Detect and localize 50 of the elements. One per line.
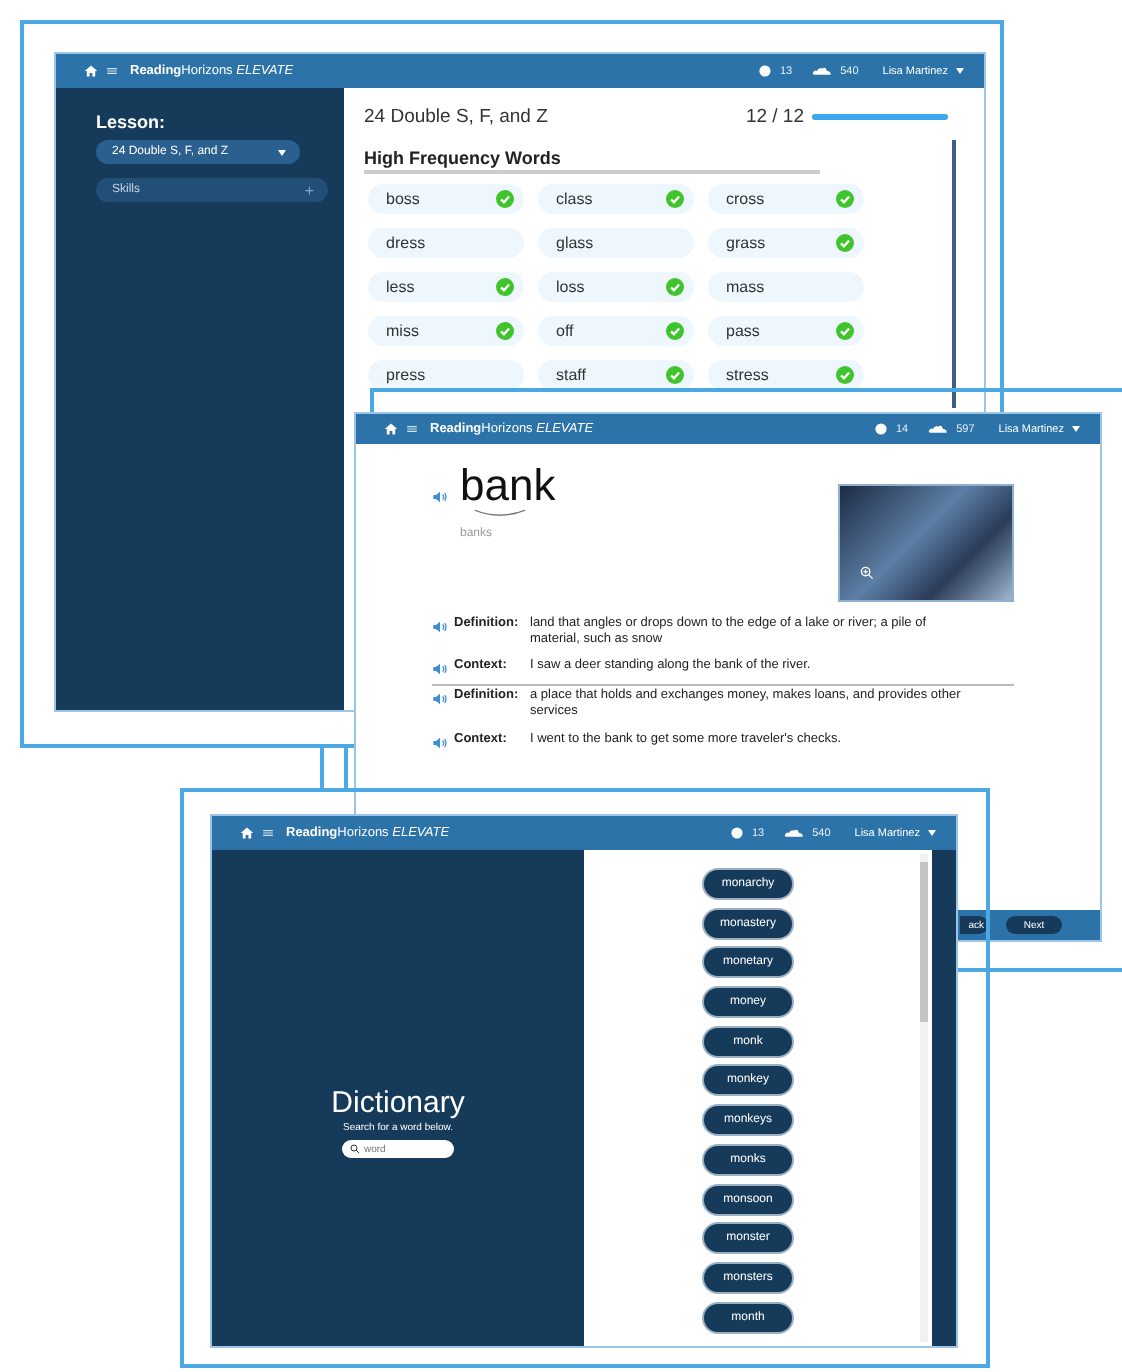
word-chip[interactable]: stress	[708, 360, 864, 390]
lesson-title: 24 Double S, F, and Z	[364, 106, 548, 128]
caret-icon[interactable]	[928, 830, 936, 836]
speaker-icon[interactable]	[432, 490, 448, 504]
word-chip[interactable]: glass	[538, 228, 694, 258]
coin-icon	[729, 826, 744, 840]
home-icon[interactable]	[84, 64, 98, 78]
dictionary-title: Dictionary	[331, 1086, 465, 1120]
word-chip[interactable]: staff	[538, 360, 694, 390]
word-chip[interactable]: dress	[368, 228, 524, 258]
connector-line	[344, 744, 348, 792]
word-title: bank	[460, 464, 556, 508]
word-chip[interactable]: boss	[368, 184, 524, 214]
coin-icon	[757, 64, 772, 78]
coin-icon	[873, 422, 888, 436]
syllable-arc-icon	[472, 508, 528, 518]
connector-line	[320, 744, 324, 792]
menu-icon[interactable]	[406, 422, 418, 436]
photo-placeholder[interactable]	[838, 484, 1014, 602]
scrollbar[interactable]	[920, 854, 928, 1342]
home-icon[interactable]	[240, 826, 254, 840]
progress-count: 12 / 12	[745, 106, 804, 128]
search-icon	[350, 1144, 360, 1154]
section-title: High Frequency Words	[364, 148, 820, 174]
word-chip[interactable]: mass	[708, 272, 864, 302]
caret-icon[interactable]	[956, 68, 964, 74]
speaker-icon[interactable]	[432, 662, 448, 677]
word-chip[interactable]: grass	[708, 228, 864, 258]
menu-icon[interactable]	[106, 64, 118, 78]
scrollbar[interactable]	[952, 140, 956, 408]
home-icon[interactable]	[384, 422, 398, 436]
zoom-icon[interactable]	[860, 566, 874, 580]
caret-icon[interactable]	[278, 149, 286, 155]
cloud-icon	[812, 64, 833, 78]
word-chip[interactable]: less	[368, 272, 524, 302]
speaker-icon[interactable]	[432, 735, 448, 749]
word-chip[interactable]: class	[538, 184, 694, 214]
cloud-icon	[928, 422, 949, 436]
cloud-icon	[784, 826, 805, 840]
caret-icon[interactable]	[1072, 426, 1080, 432]
word-chip[interactable]: miss	[368, 316, 524, 346]
speaker-icon[interactable]	[432, 620, 448, 634]
word-chip[interactable]: cross	[708, 184, 864, 214]
word-chip[interactable]: off	[538, 316, 694, 346]
word-chip[interactable]: loss	[538, 272, 694, 302]
word-chip[interactable]: press	[368, 360, 524, 390]
menu-icon[interactable]	[262, 826, 274, 840]
lesson-label: Lesson:	[96, 112, 168, 132]
word-chip[interactable]: pass	[708, 316, 864, 346]
speaker-icon[interactable]	[432, 692, 448, 707]
